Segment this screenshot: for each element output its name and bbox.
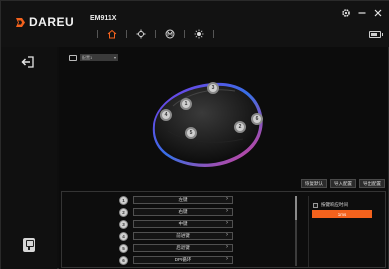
chevron-right-icon: › [226,196,228,202]
window-controls [341,8,383,18]
profile-select[interactable]: 配置1 ▾ [80,54,118,61]
key-number: 4 [119,231,128,241]
battery-icon [369,31,383,38]
title-bar: DAREU EM911X [1,1,389,47]
nav-divider [155,30,156,38]
list-item: 4 前进键 › [119,231,291,241]
key-assign-select[interactable]: 中键 › [133,220,233,228]
chevron-right-icon: › [226,244,228,250]
response-time-checkbox[interactable] [313,202,318,208]
chevron-right-icon: › [226,232,228,238]
app-window: DAREU EM911X 配置1 ▾ 3 1 4 5 2 6 恢复默认 导入配置… [0,0,389,269]
key-list-scrollbar[interactable] [295,196,297,266]
key-number: 6 [119,255,128,265]
profile-row: 配置1 ▾ [69,54,118,61]
mouse-preview: 3 1 4 5 2 6 [143,71,273,181]
key-assign-label: DPI循环 [174,257,192,262]
hotspot-6[interactable]: 6 [251,113,263,125]
key-settings-panel: 1 左键 › 2 右键 › 3 中键 › 4 前进键 › 5 后退键 › 6 D… [61,191,386,268]
minimize-icon[interactable] [357,8,367,18]
main-content: 配置1 ▾ 3 1 4 5 2 6 恢复默认 导入配置 导出配置 1 左键 › … [59,47,388,269]
light-icon[interactable] [193,28,205,40]
brand-name: DAREU [29,15,75,29]
dareu-logo-icon [15,17,26,28]
top-nav [89,28,222,40]
key-assign-select[interactable]: DPI循环 › [133,256,233,264]
action-buttons: 恢复默认 导入配置 导出配置 [301,179,385,188]
key-assign-select[interactable]: 左键 › [133,196,233,204]
response-time-value[interactable]: 1ms [312,210,372,218]
key-number: 3 [119,219,128,229]
chevron-right-icon: › [226,256,228,262]
key-assign-label: 中键 [178,221,188,226]
hotspot-5[interactable]: 5 [185,127,197,139]
folder-icon [69,54,77,61]
hotspot-4[interactable]: 4 [160,109,172,121]
key-assign-label: 后退键 [176,245,190,250]
nav-divider [126,30,127,38]
close-icon[interactable] [373,8,383,18]
nav-divider [184,30,185,38]
import-config-button[interactable]: 导入配置 [330,179,356,188]
sidebar [1,47,57,269]
usb-icon[interactable] [23,238,35,252]
nav-divider [213,30,214,38]
key-assign-select[interactable]: 前进键 › [133,232,233,240]
list-item: 2 右键 › [119,207,291,217]
key-assign-select[interactable]: 后退键 › [133,244,233,252]
chevron-down-icon: ▾ [113,55,116,60]
export-config-button[interactable]: 导出配置 [359,179,385,188]
hotspot-3[interactable]: 3 [207,82,219,94]
response-time-box: 按键响应时间 1ms [308,196,386,267]
scrollbar-thumb[interactable] [295,196,297,220]
brand-logo: DAREU [15,15,74,29]
key-assign-label: 前进键 [176,233,190,238]
list-item: 1 左键 › [119,195,291,205]
home-icon[interactable] [106,28,118,40]
key-assign-label: 左键 [178,197,188,202]
key-assign-select[interactable]: 右键 › [133,208,233,216]
gear-icon[interactable] [341,8,351,18]
hotspot-2[interactable]: 2 [234,121,246,133]
list-item: 5 后退键 › [119,243,291,253]
nav-divider [97,30,98,38]
hotspot-1[interactable]: 1 [180,98,192,110]
profile-select-value: 配置1 [82,54,93,60]
device-model: EM911X [90,15,117,22]
key-number: 5 [119,243,128,253]
key-list: 1 左键 › 2 右键 › 3 中键 › 4 前进键 › 5 后退键 › 6 D… [119,195,291,267]
macro-icon[interactable] [164,28,176,40]
chevron-right-icon: › [226,208,228,214]
restore-default-button[interactable]: 恢复默认 [301,179,327,188]
chevron-right-icon: › [226,220,228,226]
response-time-label: 按键响应时间 [321,202,348,207]
list-item: 6 DPI循环 › [119,255,291,265]
exit-icon[interactable] [21,55,35,69]
key-number: 2 [119,207,128,217]
key-number: 1 [119,195,128,205]
list-item: 3 中键 › [119,219,291,229]
crosshair-icon[interactable] [135,28,147,40]
battery-fill [371,33,377,36]
key-assign-label: 右键 [178,209,188,214]
response-time-option: 按键响应时间 [313,202,348,208]
